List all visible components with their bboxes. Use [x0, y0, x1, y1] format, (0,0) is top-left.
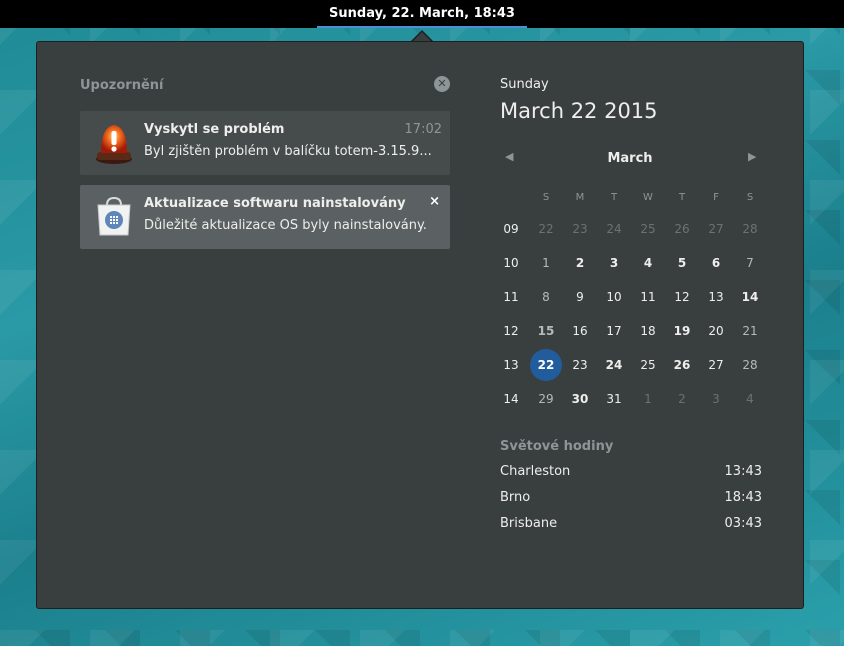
- calendar-day[interactable]: 4: [631, 246, 665, 280]
- weekday-header: W: [643, 192, 653, 203]
- calendar-day[interactable]: 23: [563, 348, 597, 382]
- week-number: 10: [503, 256, 519, 270]
- calendar-day[interactable]: 28: [733, 348, 767, 382]
- calendar-day[interactable]: 7: [733, 246, 767, 280]
- alarm-beacon-icon: [96, 125, 132, 164]
- calendar-day[interactable]: 22: [529, 212, 563, 246]
- calendar-day[interactable]: 17: [597, 314, 631, 348]
- weekday-header: F: [713, 192, 719, 203]
- calendar-day[interactable]: 4: [733, 382, 767, 416]
- world-clock-row[interactable]: Brno 18:43: [500, 490, 762, 510]
- triangle-right-icon[interactable]: ▶: [748, 150, 756, 163]
- calendar-day[interactable]: 3: [597, 246, 631, 280]
- calendar-full-date[interactable]: March 22 2015: [500, 99, 658, 123]
- notifications-header: Upozornění: [80, 78, 164, 93]
- world-clock-city: Charleston: [500, 464, 571, 479]
- calendar-day[interactable]: 25: [631, 212, 665, 246]
- week-number: 14: [503, 392, 519, 406]
- weekday-header: T: [610, 192, 618, 203]
- calendar-day[interactable]: 2: [665, 382, 699, 416]
- calendar-day[interactable]: 2: [563, 246, 597, 280]
- calendar-day[interactable]: 26: [665, 348, 699, 382]
- calendar-day[interactable]: 15: [529, 314, 563, 348]
- weekday-header: S: [746, 192, 754, 203]
- calendar-day[interactable]: 31: [597, 382, 631, 416]
- world-clock-time: 13:43: [724, 464, 762, 479]
- notification-body: Byl zjištěn problém v balíčku totem-3.15…: [144, 144, 432, 159]
- close-icon[interactable]: ×: [429, 194, 440, 209]
- today-label: 22: [530, 349, 562, 381]
- notification-body: Důležité aktualizace OS byly nainstalová…: [144, 218, 427, 233]
- week-number: 09: [503, 222, 519, 236]
- week-number: 12: [503, 324, 519, 338]
- calendar-day[interactable]: 19: [665, 314, 699, 348]
- calendar-day[interactable]: 25: [631, 348, 665, 382]
- world-clock-city: Brno: [500, 490, 531, 505]
- clock-button[interactable]: Sunday, 22. March, 18:43: [317, 0, 527, 28]
- notification-title: Vyskytl se problém: [144, 122, 285, 137]
- top-bar: Sunday, 22. March, 18:43: [0, 0, 844, 28]
- calendar-day[interactable]: 26: [665, 212, 699, 246]
- calendar-day[interactable]: 8: [529, 280, 563, 314]
- world-clock-row[interactable]: Brisbane 03:43: [500, 516, 762, 536]
- calendar-month-label: March: [607, 151, 653, 166]
- week-number: 11: [503, 290, 519, 304]
- software-bag-icon: [97, 196, 131, 236]
- calendar-day-name: Sunday: [500, 77, 549, 92]
- calendar-day[interactable]: 1: [631, 382, 665, 416]
- calendar-popover: Upozornění ✕ Vyskytl se problém 17:02 By…: [36, 41, 804, 609]
- notification-update[interactable]: Aktualizace softwaru nainstalovány × Důl…: [80, 185, 450, 249]
- world-clocks-header: Světové hodiny: [500, 439, 614, 454]
- calendar-day[interactable]: 13: [699, 280, 733, 314]
- calendar-day[interactable]: 14: [733, 280, 767, 314]
- notification-time: 17:02: [404, 122, 442, 137]
- calendar-day[interactable]: 30: [563, 382, 597, 416]
- calendar-day[interactable]: 16: [563, 314, 597, 348]
- weekday-header: T: [678, 192, 686, 203]
- calendar-day[interactable]: 29: [529, 382, 563, 416]
- calendar-day[interactable]: 5: [665, 246, 699, 280]
- calendar-day[interactable]: 6: [699, 246, 733, 280]
- world-clock-time: 18:43: [724, 490, 762, 505]
- triangle-left-icon[interactable]: ◀: [505, 150, 513, 163]
- notification-problem[interactable]: Vyskytl se problém 17:02 Byl zjištěn pro…: [80, 111, 450, 175]
- calendar-day[interactable]: 11: [631, 280, 665, 314]
- calendar-day[interactable]: 18: [631, 314, 665, 348]
- calendar-day[interactable]: 20: [699, 314, 733, 348]
- calendar-day[interactable]: 27: [699, 212, 733, 246]
- calendar-day[interactable]: 3: [699, 382, 733, 416]
- week-number: 13: [503, 358, 519, 372]
- world-clock-time: 03:43: [724, 516, 762, 531]
- world-clock-row[interactable]: Charleston 13:43: [500, 464, 762, 484]
- calendar-day[interactable]: 9: [563, 280, 597, 314]
- weekday-header: M: [575, 192, 585, 203]
- calendar-day[interactable]: 23: [563, 212, 597, 246]
- close-circle-icon[interactable]: ✕: [434, 76, 450, 92]
- weekday-header: S: [542, 192, 550, 203]
- notification-title: Aktualizace softwaru nainstalovány: [144, 196, 406, 211]
- calendar-day[interactable]: 24: [597, 212, 631, 246]
- calendar-day[interactable]: 1: [529, 246, 563, 280]
- calendar-day[interactable]: 27: [699, 348, 733, 382]
- calendar-day[interactable]: 12: [665, 280, 699, 314]
- calendar-day-today[interactable]: 22: [529, 348, 563, 382]
- world-clock-city: Brisbane: [500, 516, 558, 531]
- calendar-day[interactable]: 28: [733, 212, 767, 246]
- calendar-day[interactable]: 10: [597, 280, 631, 314]
- calendar-day[interactable]: 21: [733, 314, 767, 348]
- calendar-day[interactable]: 24: [597, 348, 631, 382]
